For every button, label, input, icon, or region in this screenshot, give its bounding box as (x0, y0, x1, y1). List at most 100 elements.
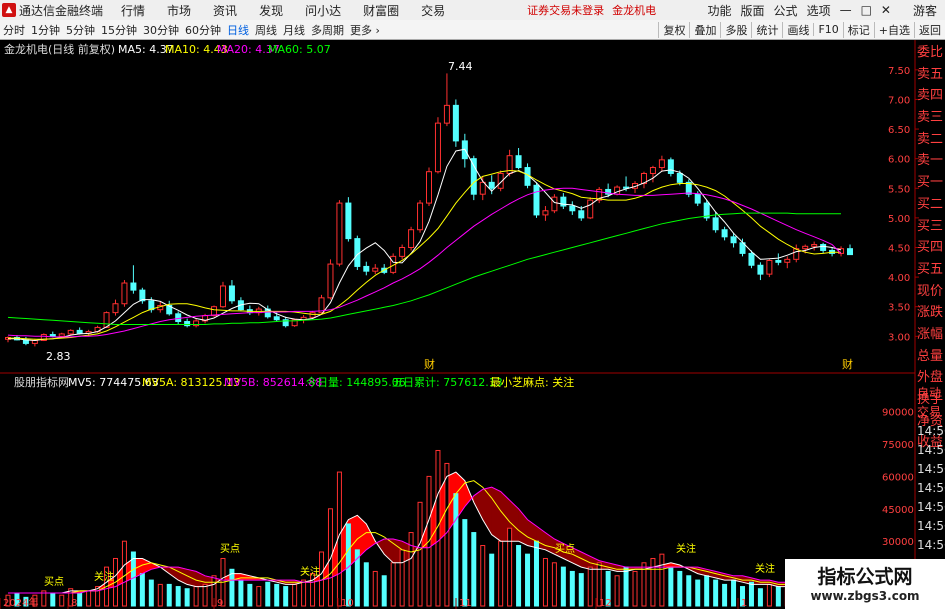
candle-body (721, 229, 728, 238)
tab-monthly[interactable]: 月线 (283, 22, 305, 38)
kline-chart[interactable]: 7.50 7.00 6.50 6.00 5.50 5.00 4.50 4.00 3.50 3.00… (0, 40, 945, 609)
date-tick-label: 12 (599, 598, 612, 609)
tab-1min[interactable]: 1分钟 (31, 22, 60, 38)
sidebar-quote-item: 卖一 (917, 153, 944, 169)
menu-wealth[interactable]: 财富圈 (363, 2, 399, 19)
candle-body (228, 285, 235, 302)
volume-bar (533, 540, 539, 607)
volume-bar (345, 523, 351, 607)
menu-quotes[interactable]: 行情 (121, 2, 145, 19)
volume-bar (551, 562, 557, 607)
multi-stock-button[interactable]: 多股 (720, 21, 751, 38)
volume-bar (238, 579, 244, 607)
candle-body (748, 252, 755, 266)
axes-layer: 7.50 7.00 6.50 6.00 5.50 5.00 4.50 4.00 3.50 3.00… (0, 66, 919, 609)
volume-bar (453, 493, 459, 607)
volume-bar (748, 581, 754, 607)
mark-button[interactable]: 标记 (842, 21, 874, 38)
upper-title: 金龙机电(日线 前复权) (4, 42, 115, 56)
five-day-legend: 五日累计: 757612.13 (392, 376, 503, 389)
low-price-label: 2.83 (46, 350, 71, 363)
login-notice[interactable]: 证券交易未登录 (527, 2, 604, 18)
tab-weekly[interactable]: 周线 (255, 22, 277, 38)
volume-bar (757, 588, 763, 607)
candle-body (175, 313, 182, 323)
today-volume-legend: 今日量: 144895.06 (306, 375, 406, 389)
candle-body (676, 172, 683, 183)
current-stock-name: 金龙机电 (612, 4, 657, 17)
watermark-url: www.zbgs3.com (810, 589, 920, 603)
menu-options[interactable]: 选项 (807, 2, 831, 19)
volume-bar (686, 575, 692, 607)
tab-more-label: 更多 (350, 23, 372, 37)
candle-body (533, 184, 540, 216)
ma5-line (8, 148, 842, 342)
candle-body (67, 329, 74, 335)
volume-bar (372, 570, 378, 607)
menu-ask[interactable]: 问小达 (305, 2, 341, 19)
candle-body (649, 167, 656, 174)
minimize-icon[interactable]: — (840, 3, 852, 17)
volume-bar (193, 586, 199, 607)
candle-body (542, 210, 549, 216)
menu-formula[interactable]: 公式 (774, 2, 798, 19)
close-icon[interactable]: ✕ (881, 3, 891, 17)
tab-15min[interactable]: 15分钟 (101, 22, 137, 38)
maximize-icon[interactable]: □ (861, 3, 872, 17)
finance-marker[interactable]: 财 (424, 357, 435, 371)
sidebar-quote-item: 买二 (917, 196, 944, 212)
adjust-button[interactable]: 复权 (658, 21, 689, 38)
ma20-line (7, 187, 842, 338)
candle-body (399, 246, 406, 257)
volume-bar (381, 575, 387, 607)
menu-news[interactable]: 资讯 (213, 2, 237, 19)
volume-bar (731, 579, 737, 607)
volume-bar (148, 579, 154, 607)
candle-body (569, 205, 576, 212)
stats-button[interactable]: 统计 (751, 21, 782, 38)
candle-body (811, 244, 818, 247)
back-button[interactable]: 返回 (914, 21, 945, 38)
volume-bars-layer (5, 449, 844, 607)
menu-discover[interactable]: 发现 (259, 2, 283, 19)
sidebar-trade-item: 14:56 (917, 519, 945, 533)
menu-layout[interactable]: 版面 (741, 2, 765, 19)
candle-body (211, 306, 218, 317)
sidebar-quote-item: 买一 (917, 175, 944, 191)
price-tick-label: 4.50 (888, 243, 910, 254)
finance-marker-2[interactable]: 财 (842, 357, 853, 371)
candle-body (766, 260, 773, 275)
sidebar-trade-item: 14:56 (917, 538, 945, 552)
tab-30min[interactable]: 30分钟 (143, 22, 179, 38)
sidebar-quote-item: 委比 (917, 45, 944, 60)
tab-daily[interactable]: 日线 (227, 22, 249, 38)
tab-multi-period[interactable]: 多周期 (311, 22, 344, 38)
candle-body (309, 312, 316, 318)
tab-more[interactable]: 更多 › (350, 22, 380, 38)
candle-body (58, 333, 65, 337)
draw-button[interactable]: 画线 (782, 21, 813, 38)
sidebar-trade-item: 自动 (917, 386, 942, 400)
menu-market[interactable]: 市场 (167, 2, 191, 19)
tab-intraday[interactable]: 分时 (3, 22, 25, 38)
sidebar-quote-item: 买五 (917, 261, 944, 277)
volume-bar (775, 586, 781, 607)
tab-60min[interactable]: 60分钟 (185, 22, 221, 38)
f10-button[interactable]: F10 (813, 23, 842, 36)
sidebar-trade-item: 交易 (917, 405, 942, 419)
volume-bar (578, 573, 584, 607)
price-tick-label: 6.50 (888, 125, 910, 136)
sidebar-trade-item: 14:56 (917, 424, 945, 438)
volume-bar (766, 583, 772, 607)
menu-function[interactable]: 功能 (708, 2, 732, 19)
overlay-button[interactable]: 叠加 (689, 21, 720, 38)
volume-bar (507, 527, 513, 607)
volume-bar (695, 579, 701, 607)
menu-trade[interactable]: 交易 (421, 2, 445, 19)
tab-5min[interactable]: 5分钟 (66, 22, 95, 38)
guest-user[interactable]: 游客 (913, 2, 937, 19)
volume-bar (722, 583, 728, 607)
volume-bar (399, 549, 405, 607)
candle-body (820, 244, 827, 251)
add-favorite-button[interactable]: +自选 (873, 21, 914, 38)
